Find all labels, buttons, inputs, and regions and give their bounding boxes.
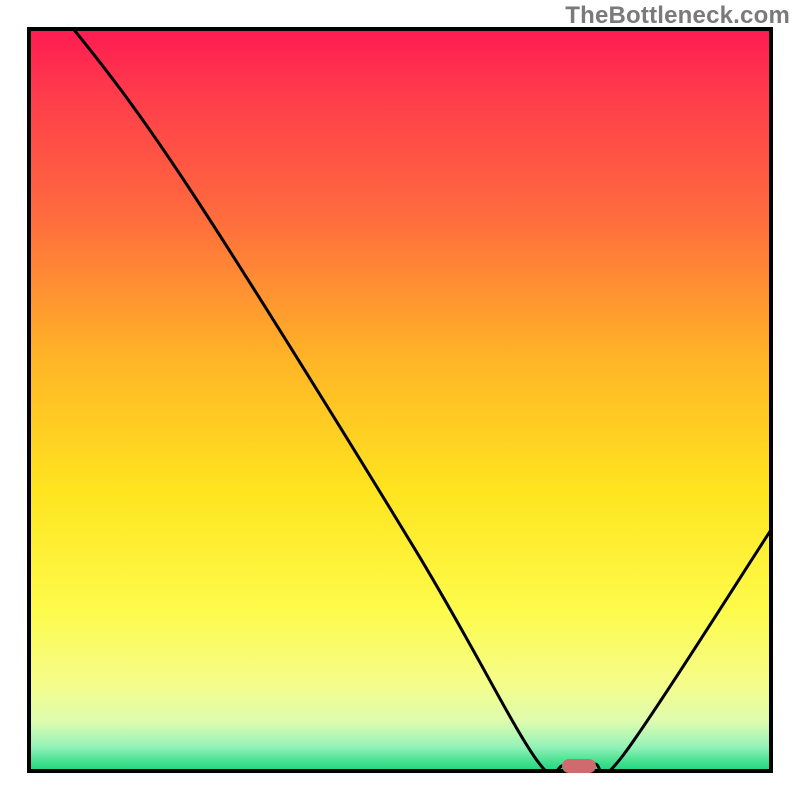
chart-svg: [27, 27, 773, 773]
plot-area: [27, 27, 773, 773]
chart-frame: TheBottleneck.com: [0, 0, 800, 800]
optimal-marker: [562, 759, 596, 773]
chart-background: [27, 27, 773, 773]
watermark-text: TheBottleneck.com: [565, 2, 790, 30]
